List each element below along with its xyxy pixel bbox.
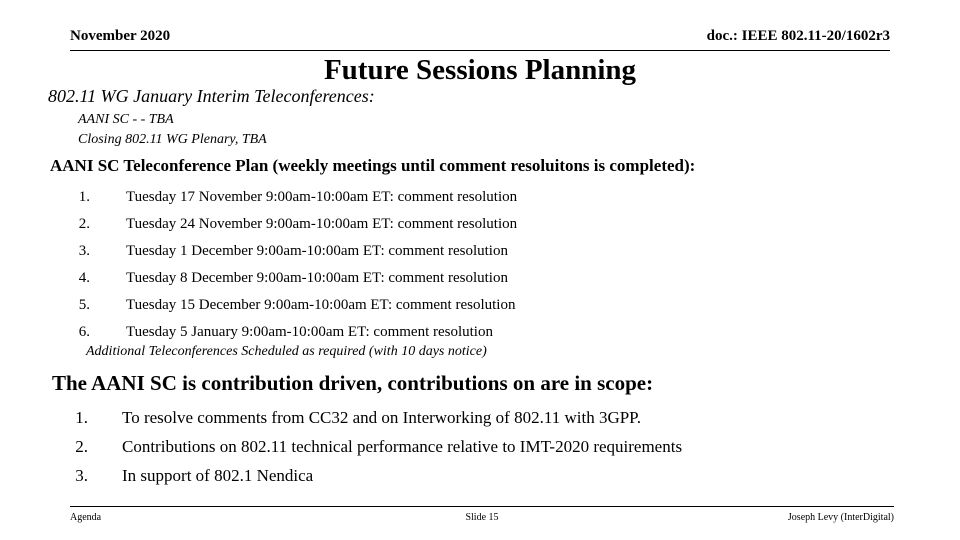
additional-teleconferences-note: Additional Teleconferences Scheduled as …	[86, 344, 487, 359]
list-item-label: In support of 802.1 Nendica	[122, 466, 314, 485]
list-item: 4. Tuesday 8 December 9:00am-10:00am ET:…	[0, 265, 960, 292]
list-item-label: Tuesday 24 November 9:00am-10:00am ET: c…	[126, 216, 518, 232]
list-item-number: 2.	[75, 437, 88, 456]
list-item: 1. To resolve comments from CC32 and on …	[0, 403, 960, 432]
footer-author: Joseph Levy (InterDigital)	[787, 512, 894, 523]
list-item-label: Contributions on 802.11 technical perfor…	[122, 437, 683, 456]
list-item: 1. Tuesday 17 November 9:00am-10:00am ET…	[0, 184, 960, 211]
list-item-label: Tuesday 17 November 9:00am-10:00am ET: c…	[126, 189, 518, 205]
header-doc-number: doc.: IEEE 802.11-20/1602r3	[706, 28, 890, 44]
contribution-scope-heading: The AANI SC is contribution driven, cont…	[52, 371, 654, 395]
list-item-label: Tuesday 15 December 9:00am-10:00am ET: c…	[126, 297, 516, 313]
list-item-number: 3.	[78, 243, 90, 259]
subtitle: 802.11 WG January Interim Teleconference…	[48, 86, 375, 106]
list-item-label: Tuesday 1 December 9:00am-10:00am ET: co…	[126, 243, 508, 259]
header-date: November 2020	[70, 28, 171, 44]
footer-slide-number: Slide 15	[465, 512, 499, 523]
teleconference-list: 1. Tuesday 17 November 9:00am-10:00am ET…	[0, 184, 960, 346]
list-item-label: To resolve comments from CC32 and on Int…	[122, 408, 641, 427]
teleconference-plan-heading: AANI SC Teleconference Plan (weekly meet…	[50, 156, 696, 175]
slide-header: November 2020 doc.: IEEE 802.11-20/1602r…	[70, 26, 890, 51]
list-item-number: 1.	[75, 408, 88, 427]
list-item: 3. Tuesday 1 December 9:00am-10:00am ET:…	[0, 238, 960, 265]
list-item-number: 2.	[78, 216, 90, 232]
list-item: 2. Tuesday 24 November 9:00am-10:00am ET…	[0, 211, 960, 238]
subtitle-detail-closing-plenary: Closing 802.11 WG Plenary, TBA	[78, 132, 267, 147]
list-item-label: Tuesday 8 December 9:00am-10:00am ET: co…	[126, 270, 508, 286]
list-item: 5. Tuesday 15 December 9:00am-10:00am ET…	[0, 292, 960, 319]
list-item: 3. In support of 802.1 Nendica	[0, 461, 960, 490]
scope-list: 1. To resolve comments from CC32 and on …	[0, 403, 960, 490]
slide: November 2020 doc.: IEEE 802.11-20/1602r…	[0, 0, 960, 540]
list-item-number: 5.	[78, 297, 90, 313]
slide-footer: Agenda Slide 15 Joseph Levy (InterDigita…	[70, 506, 894, 527]
list-item-number: 1.	[78, 189, 90, 205]
list-item: 2. Contributions on 802.11 technical per…	[0, 432, 960, 461]
slide-title: Future Sessions Planning	[323, 54, 637, 86]
subtitle-detail-aani-sc: AANI SC - - TBA	[78, 112, 174, 127]
list-item-number: 3.	[75, 466, 88, 485]
footer-section-label: Agenda	[70, 512, 102, 523]
list-item-number: 4.	[78, 270, 90, 286]
